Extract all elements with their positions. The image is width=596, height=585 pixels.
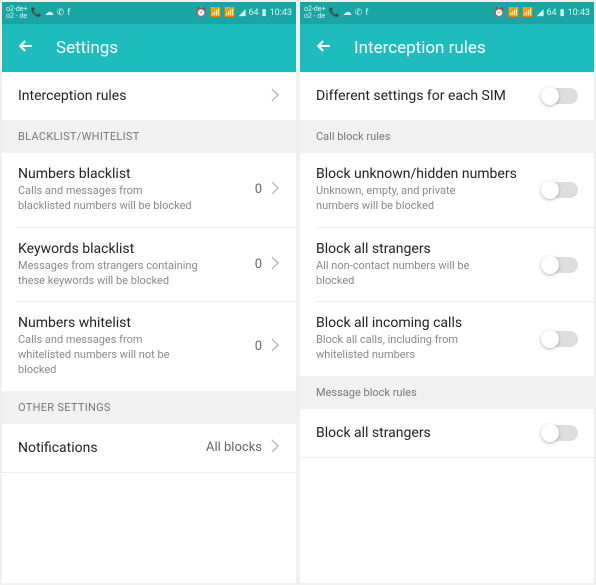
- row-block-unknown[interactable]: Block unknown/hidden numbers Unknown, em…: [300, 153, 594, 227]
- row-label: Block all incoming calls: [316, 315, 542, 331]
- toggle-switch[interactable]: [542, 88, 578, 104]
- divider: [300, 457, 594, 458]
- battery-label: 64: [249, 8, 259, 18]
- page-title: Interception rules: [354, 38, 486, 58]
- toggle-switch[interactable]: [542, 425, 578, 441]
- page-title: Settings: [56, 38, 118, 58]
- row-interception-rules[interactable]: Interception rules: [2, 72, 296, 120]
- row-block-strangers[interactable]: Block all strangers All non-contact numb…: [300, 228, 594, 302]
- facebook-icon: f: [67, 8, 70, 18]
- phone-icon: 📞: [329, 8, 340, 18]
- carrier-label: o2-de+o2 - de: [304, 6, 326, 20]
- phone-icon: 📞: [31, 8, 42, 18]
- toggle-switch[interactable]: [542, 257, 578, 273]
- signal2-icon: ◢: [537, 8, 544, 18]
- time-label: 10:43: [568, 8, 590, 18]
- status-bar: o2-de+o2 - de 📞 ☁ ✆ f ⏰ 📶 📶 ◢ 64 ▮ 10:43: [2, 2, 296, 24]
- screen-interception-rules: o2-de+o2 - de 📞 ☁ ✆ f ⏰ 📶 📶 ◢ 64 ▮ 10:43…: [300, 2, 594, 583]
- row-label: Block all strangers: [316, 241, 542, 257]
- row-label: Interception rules: [18, 88, 270, 104]
- content-area: Interception rules BLACKLIST/WHITELIST N…: [2, 72, 296, 583]
- row-label: Block all strangers: [316, 425, 542, 441]
- section-call-block: Call block rules: [300, 120, 594, 153]
- toggle-switch[interactable]: [542, 331, 578, 347]
- back-icon[interactable]: [314, 36, 334, 60]
- section-message-block: Message block rules: [300, 376, 594, 409]
- content-area: Different settings for each SIM Call blo…: [300, 72, 594, 583]
- row-label: Block unknown/hidden numbers: [316, 166, 542, 182]
- status-bar: o2-de+o2 - de 📞 ☁ ✆ f ⏰ 📶 📶 ◢ 64 ▮ 10:43: [300, 2, 594, 24]
- row-sublabel: Calls and messages from whitelisted numb…: [18, 333, 198, 378]
- screen-settings: o2-de+o2 - de 📞 ☁ ✆ f ⏰ 📶 📶 ◢ 64 ▮ 10:43…: [2, 2, 296, 583]
- section-blacklist-whitelist: BLACKLIST/WHITELIST: [2, 120, 296, 153]
- cloud-icon: ☁: [45, 8, 54, 18]
- row-label: Numbers blacklist: [18, 166, 255, 182]
- row-notifications[interactable]: Notifications All blocks: [2, 424, 296, 472]
- chevron-right-icon: [270, 337, 280, 356]
- row-sublabel: Calls and messages from blacklisted numb…: [18, 184, 198, 214]
- signal2-icon: ◢: [239, 8, 246, 18]
- row-numbers-blacklist[interactable]: Numbers blacklist Calls and messages fro…: [2, 153, 296, 227]
- alarm-icon: ⏰: [196, 8, 207, 18]
- row-label: Keywords blacklist: [18, 241, 255, 257]
- chevron-right-icon: [270, 255, 280, 274]
- chevron-right-icon: [270, 180, 280, 199]
- back-icon[interactable]: [16, 36, 36, 60]
- divider: [2, 472, 296, 473]
- row-sublabel: Messages from strangers containing these…: [18, 259, 198, 289]
- alarm-icon: ⏰: [494, 8, 505, 18]
- row-value: 0: [255, 339, 262, 354]
- chevron-right-icon: [270, 438, 280, 457]
- row-keywords-blacklist[interactable]: Keywords blacklist Messages from strange…: [2, 228, 296, 302]
- row-value: 0: [255, 257, 262, 272]
- whatsapp-icon: ✆: [355, 8, 363, 18]
- section-other-settings: OTHER SETTINGS: [2, 391, 296, 424]
- row-label: Different settings for each SIM: [316, 88, 542, 104]
- signal-icon: 📶: [224, 8, 235, 18]
- row-block-incoming[interactable]: Block all incoming calls Block all calls…: [300, 302, 594, 376]
- time-label: 10:43: [270, 8, 292, 18]
- wifi-icon: 📶: [508, 8, 519, 18]
- chevron-right-icon: [270, 87, 280, 106]
- row-sublabel: Unknown, empty, and private numbers will…: [316, 184, 496, 214]
- row-sublabel: All non-contact numbers will be blocked: [316, 259, 496, 289]
- battery-icon: ▮: [560, 8, 565, 18]
- row-numbers-whitelist[interactable]: Numbers whitelist Calls and messages fro…: [2, 302, 296, 391]
- app-bar: Interception rules: [300, 24, 594, 72]
- row-different-sim[interactable]: Different settings for each SIM: [300, 72, 594, 120]
- signal-icon: 📶: [522, 8, 533, 18]
- row-sublabel: Block all calls, including from whitelis…: [316, 333, 496, 363]
- row-label: Numbers whitelist: [18, 315, 255, 331]
- whatsapp-icon: ✆: [57, 8, 65, 18]
- wifi-icon: 📶: [210, 8, 221, 18]
- row-label: Notifications: [18, 440, 206, 456]
- row-value: All blocks: [206, 440, 262, 455]
- row-block-msg-strangers[interactable]: Block all strangers: [300, 409, 594, 457]
- app-bar: Settings: [2, 24, 296, 72]
- toggle-switch[interactable]: [542, 182, 578, 198]
- facebook-icon: f: [365, 8, 368, 18]
- carrier-label: o2-de+o2 - de: [6, 6, 28, 20]
- battery-label: 64: [547, 8, 557, 18]
- row-value: 0: [255, 182, 262, 197]
- cloud-icon: ☁: [343, 8, 352, 18]
- battery-icon: ▮: [262, 8, 267, 18]
